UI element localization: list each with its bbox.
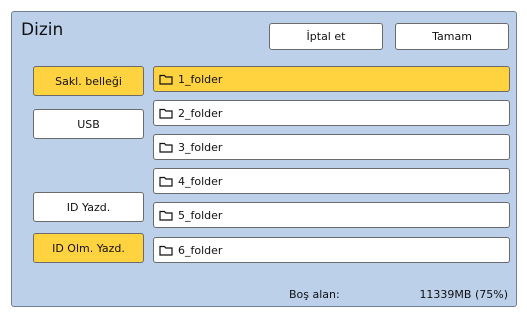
folder-icon [159,176,173,187]
folder-name: 1_folder [178,72,223,86]
folder-item-2[interactable]: 2_folder [153,100,510,126]
dialog-title: Dizin [21,20,64,40]
free-space-value: 11339MB (75%) [419,288,508,301]
folder-item-6[interactable]: 6_folder [153,237,510,263]
folder-icon [159,74,173,85]
folder-icon [159,210,173,221]
folder-item-1[interactable]: 1_folder [153,66,510,92]
source-button-id-no-print[interactable]: ID Olm. Yazd. [33,233,144,263]
folder-icon [159,245,173,256]
folder-item-5[interactable]: 5_folder [153,202,510,228]
source-button-storage[interactable]: Sakl. belleği [33,66,144,96]
folder-name: 2_folder [178,106,223,120]
source-button-usb[interactable]: USB [33,109,144,139]
folder-name: 3_folder [178,140,223,154]
folder-name: 4_folder [178,174,223,188]
folder-icon [159,142,173,153]
ok-button[interactable]: Tamam [395,23,509,50]
folder-name: 5_folder [178,208,223,222]
folder-item-3[interactable]: 3_folder [153,134,510,160]
cancel-button[interactable]: İptal et [269,23,383,50]
folder-icon [159,108,173,119]
folder-name: 6_folder [178,243,223,257]
folder-item-4[interactable]: 4_folder [153,168,510,194]
free-space-label: Boş alan: [289,288,340,301]
source-button-id-print[interactable]: ID Yazd. [33,192,144,222]
